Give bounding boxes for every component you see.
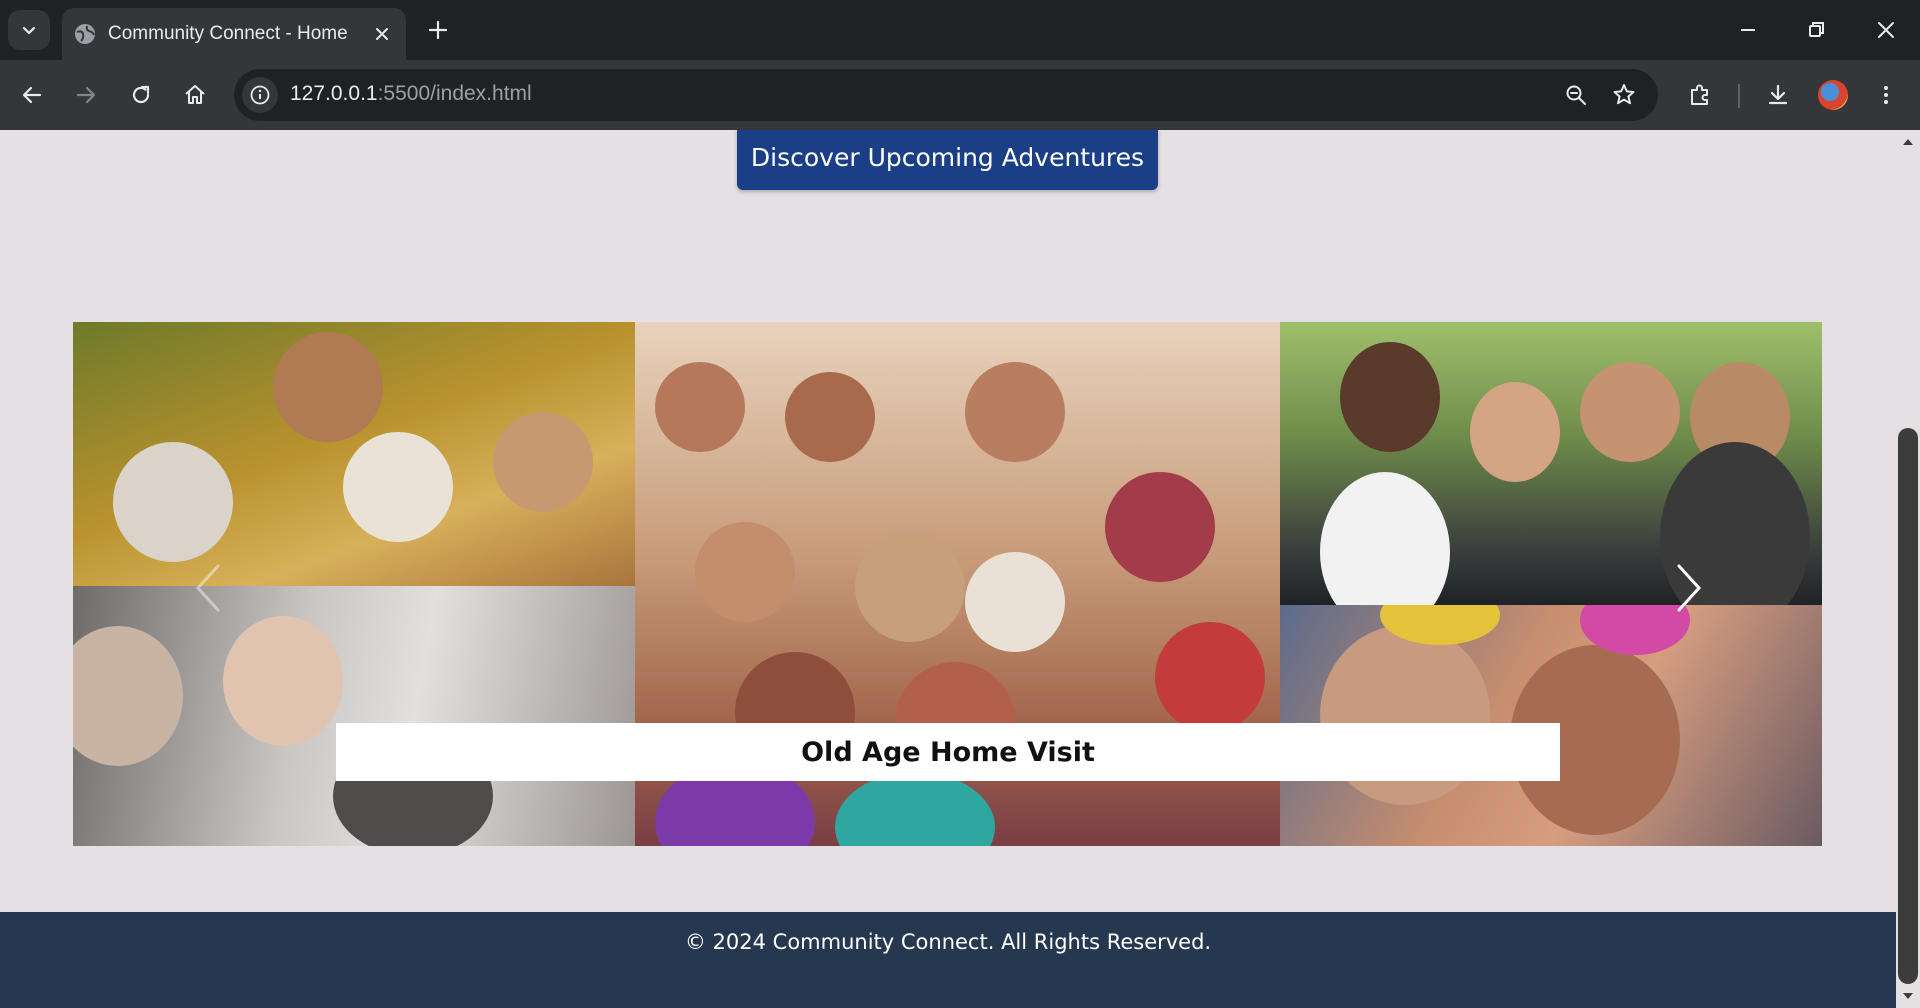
tab-title: Community Connect - Home — [108, 23, 348, 44]
chevron-down-icon — [22, 26, 36, 35]
url-host: 127.0.0.1 — [290, 82, 378, 105]
profile-avatar[interactable] — [1818, 80, 1848, 110]
tab-strip: Community Connect - Home — [0, 0, 1920, 60]
back-arrow-icon[interactable] — [18, 81, 46, 109]
new-tab-plus-icon[interactable] — [424, 16, 452, 44]
footer-copyright: © 2024 Community Connect. All Rights Res… — [684, 930, 1212, 954]
carousel-caption: Old Age Home Visit — [336, 723, 1560, 781]
restore-icon[interactable] — [1802, 16, 1830, 44]
zoom-icon[interactable] — [1562, 81, 1590, 109]
tab-search-button[interactable] — [8, 10, 50, 50]
scroll-down-arrow-icon[interactable] — [1902, 990, 1914, 1002]
active-tab[interactable]: Community Connect - Home — [62, 8, 406, 60]
toolbar-divider — [1738, 84, 1740, 108]
seniors-with-guitar-photo — [73, 322, 635, 586]
laughing-seniors-photo — [73, 586, 635, 846]
close-tab-icon[interactable] — [370, 22, 394, 46]
page-scrollbar[interactable] — [1896, 130, 1920, 1008]
forward-arrow-icon[interactable] — [72, 81, 100, 109]
carousel-caption-text: Old Age Home Visit — [801, 736, 1095, 768]
reload-icon[interactable] — [127, 81, 155, 109]
scroll-up-arrow-icon[interactable] — [1902, 136, 1914, 148]
photo-carousel: Old Age Home Visit — [73, 322, 1822, 846]
seniors-team-huddle-photo — [1280, 322, 1822, 605]
discover-adventures-button[interactable]: Discover Upcoming Adventures — [737, 130, 1158, 190]
download-icon[interactable] — [1764, 81, 1792, 109]
bookmark-star-icon[interactable] — [1610, 81, 1638, 109]
carousel-prev-icon[interactable] — [190, 562, 224, 614]
scrollbar-thumb[interactable] — [1898, 428, 1918, 984]
url-path: :5500/index.html — [377, 82, 532, 105]
carousel-next-icon[interactable] — [1673, 562, 1707, 614]
close-window-icon[interactable] — [1872, 16, 1900, 44]
extensions-puzzle-icon[interactable] — [1686, 81, 1714, 109]
home-icon[interactable] — [181, 81, 209, 109]
page-viewport: Discover Upcoming Adventures Old Age Hom… — [0, 130, 1896, 1008]
info-icon — [250, 85, 270, 105]
globe-icon — [75, 24, 95, 44]
site-footer: © 2024 Community Connect. All Rights Res… — [0, 912, 1896, 1008]
site-info-button[interactable] — [242, 77, 278, 113]
more-menu-icon[interactable] — [1872, 81, 1900, 109]
browser-toolbar: 127.0.0.1:5500/index.html — [0, 60, 1920, 130]
minimize-icon[interactable] — [1734, 16, 1762, 44]
url-text[interactable]: 127.0.0.1:5500/index.html — [290, 82, 532, 106]
address-bar[interactable]: 127.0.0.1:5500/index.html — [234, 69, 1658, 121]
